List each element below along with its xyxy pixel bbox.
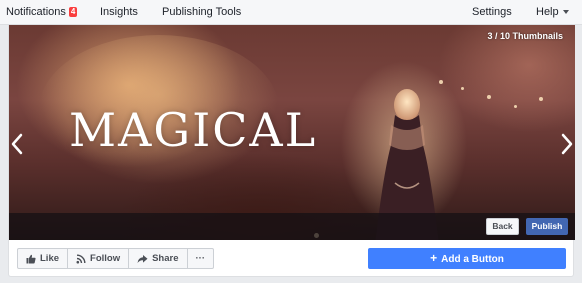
- like-label: Like: [40, 253, 60, 264]
- notifications-badge: 4: [68, 7, 78, 17]
- page-top-nav: Notifications 4 Insights Publishing Tools…: [0, 0, 582, 25]
- chevron-right-icon[interactable]: [560, 133, 574, 155]
- back-button[interactable]: Back: [486, 218, 519, 235]
- share-label: Share: [152, 253, 179, 264]
- cover-photo: MAGICAL 3 / 10 Thumbnails: [9, 25, 575, 240]
- chevron-down-icon: [562, 10, 569, 14]
- nav-help[interactable]: Help: [536, 6, 569, 18]
- bokeh-light: [539, 97, 543, 101]
- more-options-button[interactable]: ···: [188, 249, 214, 268]
- bokeh-light: [514, 105, 517, 108]
- publish-button[interactable]: Publish: [526, 218, 568, 235]
- like-button[interactable]: Like: [18, 249, 69, 268]
- page-action-group: Like Follow Share ···: [17, 248, 214, 269]
- bokeh-light: [461, 87, 464, 90]
- nav-notifications-label: Notifications: [6, 6, 66, 18]
- rss-icon: [76, 254, 86, 263]
- follow-button[interactable]: Follow: [68, 249, 130, 268]
- add-a-button-label: Add a Button: [441, 254, 504, 265]
- more-options-icon: ···: [195, 253, 206, 264]
- cover-title-text: MAGICAL: [69, 103, 318, 157]
- follow-label: Follow: [90, 253, 121, 264]
- share-button[interactable]: Share: [129, 249, 188, 268]
- nav-insights[interactable]: Insights: [100, 6, 138, 18]
- nav-settings[interactable]: Settings: [472, 6, 512, 18]
- plus-icon: +: [430, 251, 438, 265]
- bokeh-light: [487, 95, 491, 99]
- add-a-button-button[interactable]: + Add a Button: [368, 248, 566, 269]
- nav-publishing-tools[interactable]: Publishing Tools: [162, 6, 241, 18]
- thumbnail-counter: 3 / 10 Thumbnails: [487, 31, 563, 41]
- nav-notifications[interactable]: Notifications 4: [6, 6, 78, 18]
- bokeh-light: [439, 80, 443, 84]
- share-arrow-icon: [137, 254, 148, 263]
- nav-help-label: Help: [536, 6, 559, 18]
- page-header-card: MAGICAL 3 / 10 Thumbnails Back Publish L…: [8, 25, 575, 277]
- thumbs-up-icon: [26, 254, 36, 263]
- chevron-left-icon[interactable]: [10, 133, 24, 155]
